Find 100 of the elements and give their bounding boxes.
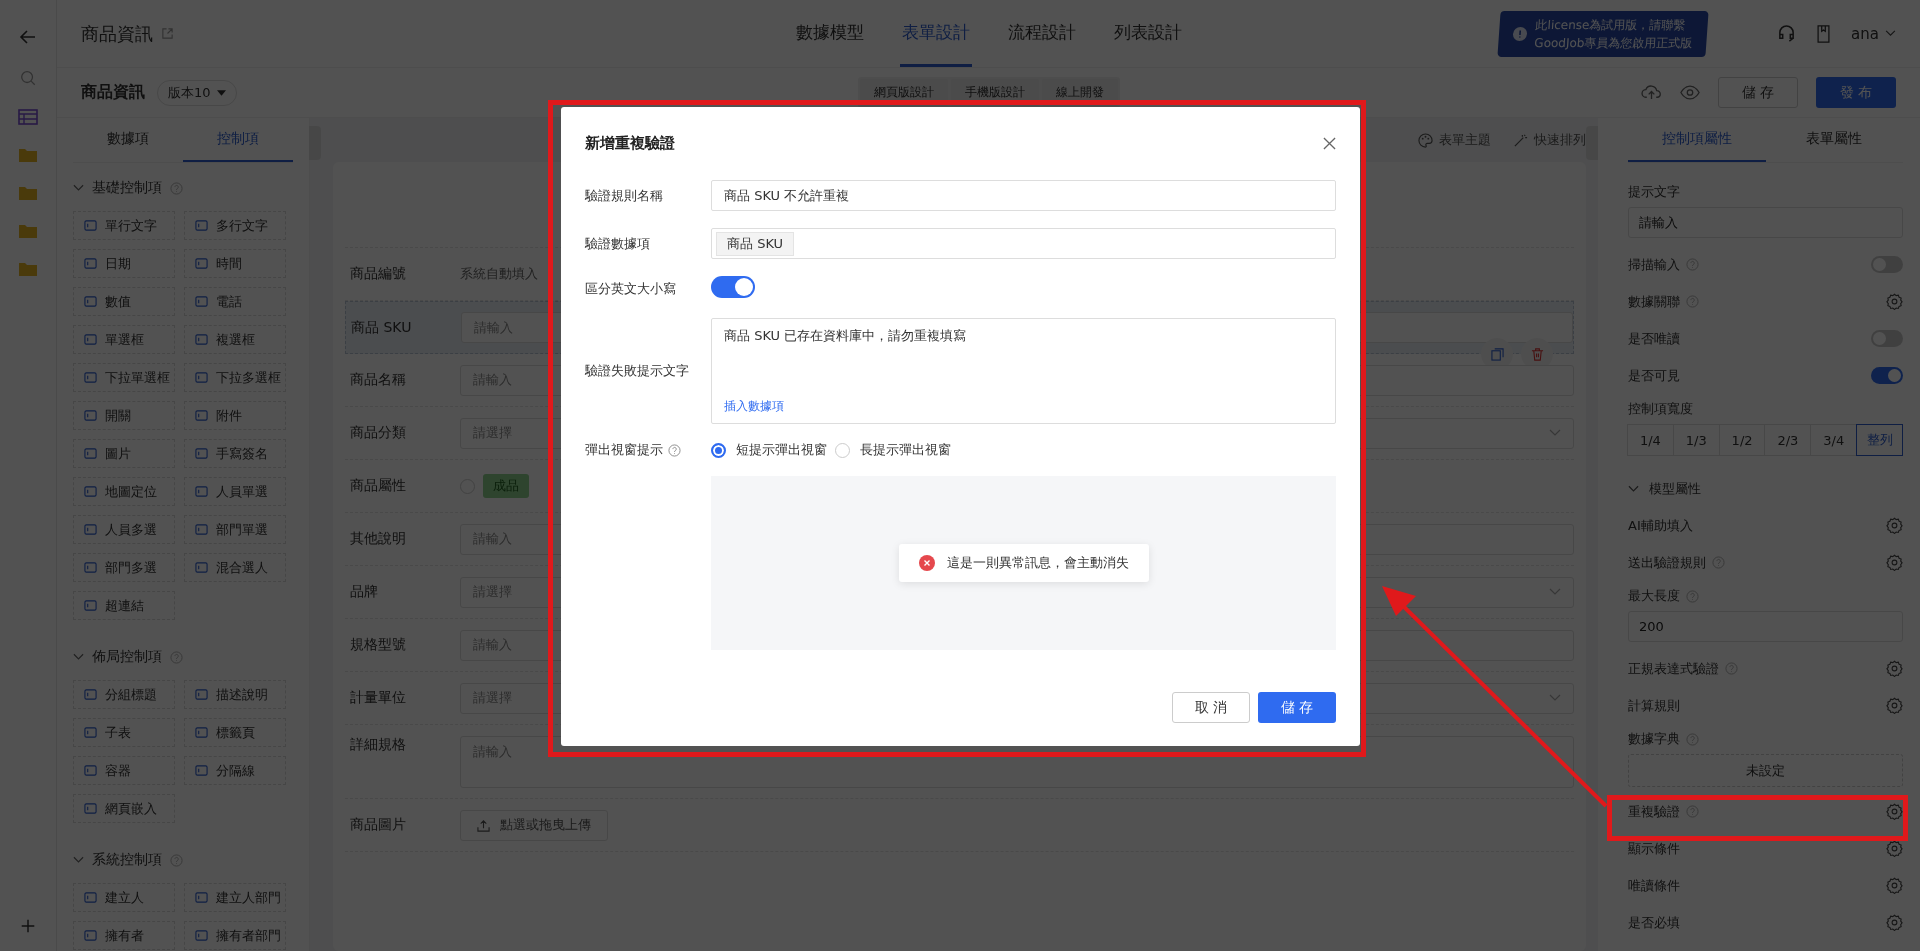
chevron-icon[interactable]	[73, 856, 84, 864]
control-item[interactable]: 電話	[184, 287, 286, 316]
nav-tab[interactable]: 列表設計	[1111, 0, 1184, 67]
property-label: 是否可見	[1628, 366, 1680, 385]
width-option[interactable]: 1/3	[1672, 424, 1720, 456]
control-type-icon	[195, 561, 208, 574]
save-button[interactable]: 儲 存	[1258, 692, 1336, 723]
width-option[interactable]: 1/2	[1718, 424, 1766, 456]
nav-tab[interactable]: 數據模型	[793, 0, 866, 67]
bookmark-icon[interactable]	[1816, 24, 1832, 43]
chevron-icon[interactable]	[1628, 484, 1639, 493]
cloud-upload-icon[interactable]	[1641, 84, 1662, 101]
control-item[interactable]: 超連結	[73, 591, 175, 620]
external-link-icon[interactable]	[161, 27, 174, 40]
trash-icon	[1530, 347, 1544, 361]
eye-icon[interactable]	[1680, 85, 1700, 100]
control-item[interactable]: 標籤頁	[184, 718, 286, 747]
control-item[interactable]: 附件	[184, 401, 286, 430]
toggle-switch[interactable]	[711, 276, 755, 298]
insert-field-link[interactable]: 插入數據項	[724, 398, 784, 415]
chevron-icon[interactable]	[73, 184, 84, 192]
settings-icon[interactable]	[1886, 660, 1903, 677]
control-item[interactable]: 網頁嵌入	[73, 794, 175, 823]
control-item[interactable]: 下拉單選框	[73, 363, 175, 392]
plus-icon[interactable]	[19, 917, 37, 935]
control-item[interactable]: 人員多選	[73, 515, 175, 544]
chevron-icon[interactable]	[73, 653, 84, 661]
headset-icon[interactable]	[1777, 24, 1797, 43]
input-field[interactable]: 請輸入	[1628, 207, 1903, 238]
settings-icon[interactable]	[1886, 803, 1903, 820]
width-option[interactable]: 2/3	[1764, 424, 1812, 456]
caret-down-icon	[216, 89, 226, 96]
control-item[interactable]: 複選框	[184, 325, 286, 354]
control-item[interactable]: 部門多選	[73, 553, 175, 582]
table-icon[interactable]	[18, 109, 38, 125]
folder-icon[interactable]	[18, 223, 38, 239]
control-item[interactable]: 日期	[73, 249, 175, 278]
control-item[interactable]: 單選框	[73, 325, 175, 354]
control-item[interactable]: 混合選人	[184, 553, 286, 582]
settings-icon[interactable]	[1886, 293, 1903, 310]
input-field[interactable]: 200	[1628, 611, 1903, 642]
width-option[interactable]: 整列	[1856, 424, 1903, 456]
control-type-icon	[84, 371, 97, 384]
settings-icon[interactable]	[1886, 517, 1903, 534]
settings-icon[interactable]	[1886, 840, 1903, 857]
control-item[interactable]: 下拉多選框	[184, 363, 286, 392]
radio-button[interactable]	[711, 442, 726, 458]
textarea-field[interactable]: 商品 SKU 已存在資料庫中，請勿重複填寫 插入數據項	[711, 318, 1336, 424]
user-menu[interactable]: ana	[1851, 24, 1896, 43]
nav-tab[interactable]: 流程設計	[1005, 0, 1078, 67]
control-item[interactable]: 時間	[184, 249, 286, 278]
property-label: 送出驗證規則	[1628, 553, 1706, 572]
close-icon[interactable]	[1323, 137, 1336, 150]
control-item[interactable]: 擁有者部門	[184, 921, 286, 950]
radio-option[interactable]: 長提示彈出視窗	[835, 441, 951, 459]
publish-button[interactable]: 發 布	[1816, 77, 1896, 108]
property-label: 掃描輸入	[1628, 255, 1680, 274]
panel-tab[interactable]: 控制項	[183, 118, 293, 162]
settings-icon[interactable]	[1886, 697, 1903, 714]
width-option[interactable]: 3/4	[1810, 424, 1858, 456]
control-item[interactable]: 人員單選	[184, 477, 286, 506]
control-item[interactable]: 手寫簽名	[184, 439, 286, 468]
control-item[interactable]: 圖片	[73, 439, 175, 468]
input-field[interactable]: 商品 SKU 不允許重複	[711, 180, 1336, 211]
radio-option[interactable]: 短提示彈出視窗	[711, 441, 827, 459]
section-title: 模型屬性	[1649, 479, 1701, 498]
panel-tab[interactable]: 數據項	[73, 118, 183, 162]
settings-icon[interactable]	[1886, 554, 1903, 571]
control-item[interactable]: 地圖定位	[73, 477, 175, 506]
dictionary-button[interactable]: 未設定	[1628, 754, 1903, 787]
radio-button[interactable]	[835, 442, 850, 458]
control-item[interactable]: 分隔線	[184, 756, 286, 785]
control-item[interactable]: 擁有者	[73, 921, 175, 950]
control-item[interactable]: 數值	[73, 287, 175, 316]
control-item[interactable]: 分組標題	[73, 680, 175, 709]
settings-icon[interactable]	[1886, 914, 1903, 931]
save-button[interactable]: 儲 存	[1718, 77, 1798, 108]
folder-icon[interactable]	[18, 147, 38, 163]
cancel-button[interactable]: 取 消	[1172, 692, 1250, 723]
settings-icon[interactable]	[1886, 877, 1903, 894]
property-label: 數據字典	[1628, 730, 1680, 748]
width-option[interactable]: 1/4	[1627, 424, 1674, 456]
control-type-icon	[195, 891, 208, 904]
panel-tab[interactable]: 表單屬性	[1765, 118, 1903, 162]
folder-icon[interactable]	[18, 185, 38, 201]
field-label: 商品分類	[350, 424, 407, 442]
toggle-switch[interactable]	[1871, 367, 1903, 384]
control-item[interactable]: 建立人	[73, 883, 175, 912]
control-item[interactable]: 建立人部門	[184, 883, 286, 912]
panel-tab[interactable]: 控制項屬性	[1628, 118, 1766, 162]
control-item[interactable]: 開關	[73, 401, 175, 430]
select-field[interactable]: 商品 SKU	[711, 228, 1336, 259]
search-icon[interactable]	[19, 69, 37, 87]
control-item[interactable]: 子表	[73, 718, 175, 747]
control-item[interactable]: 多行文字	[184, 211, 286, 240]
control-item[interactable]: 容器	[73, 756, 175, 785]
control-item[interactable]: 單行文字	[73, 211, 175, 240]
folder-icon[interactable]	[18, 261, 38, 277]
control-item[interactable]: 描述說明	[184, 680, 286, 709]
control-item[interactable]: 部門單選	[184, 515, 286, 544]
